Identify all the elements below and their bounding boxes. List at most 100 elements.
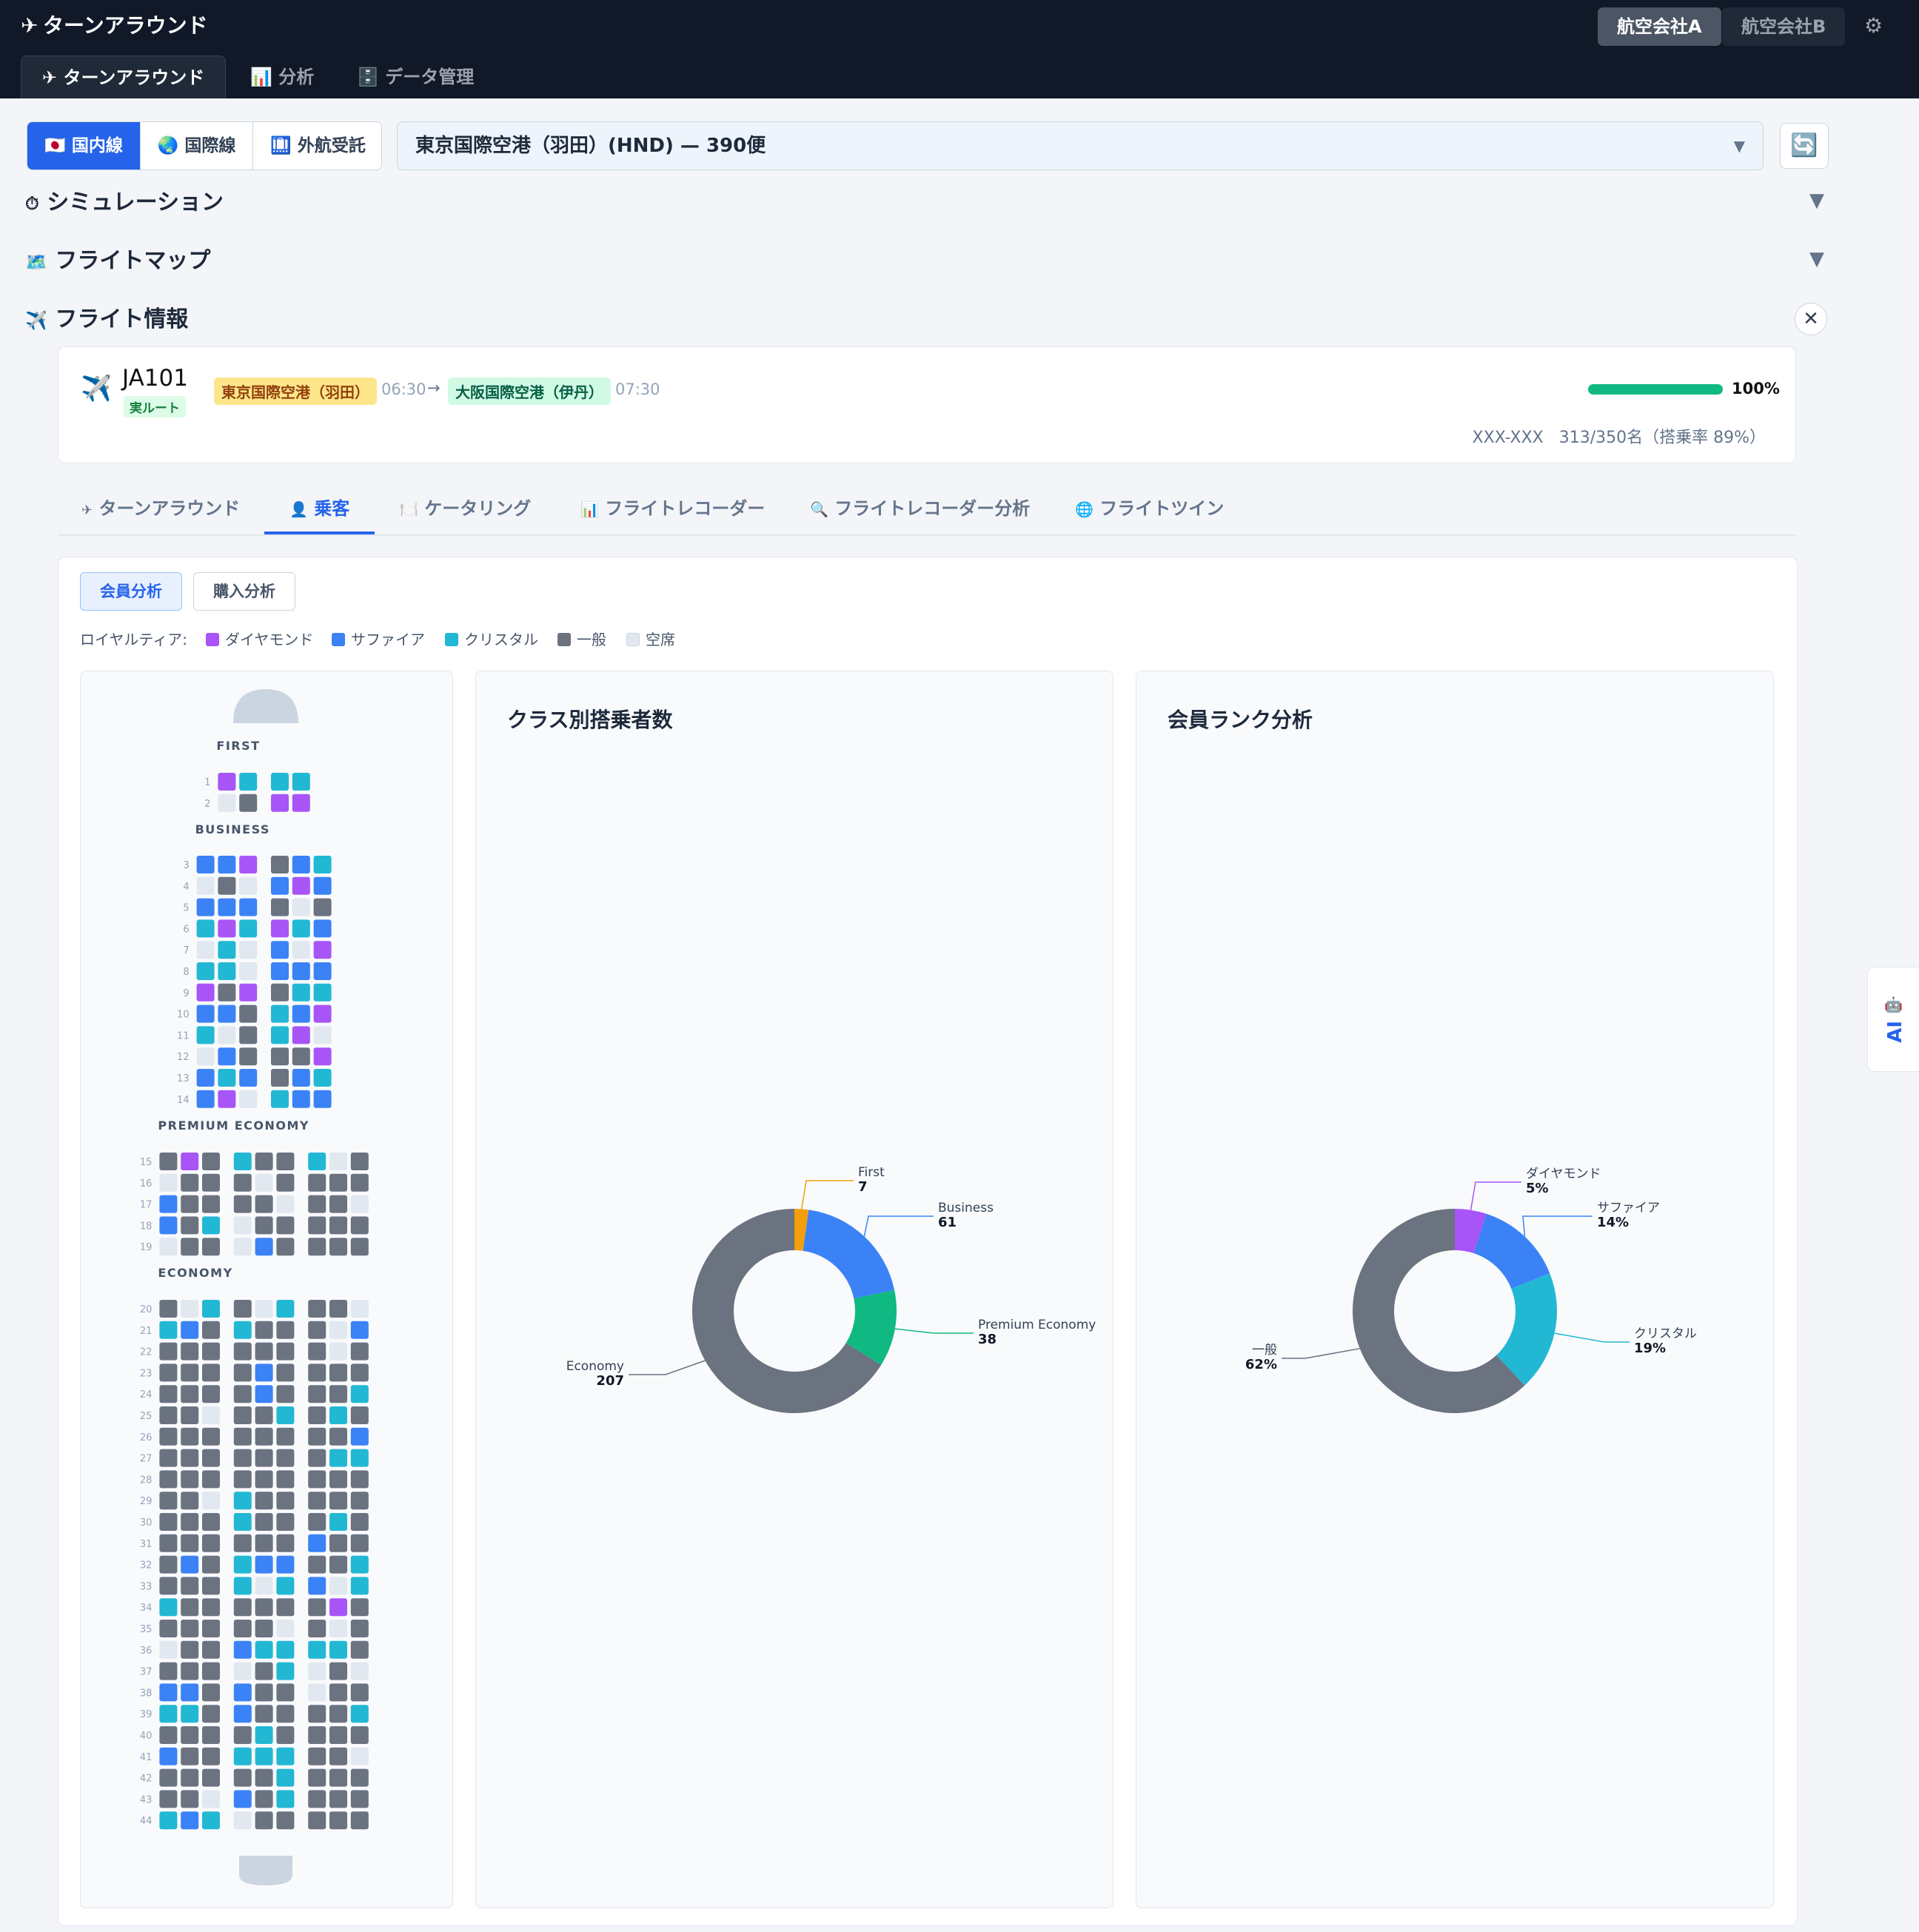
seat[interactable] — [218, 941, 236, 959]
seat[interactable] — [159, 1321, 178, 1339]
seat[interactable] — [196, 983, 215, 1002]
seat[interactable] — [233, 1173, 252, 1192]
seat[interactable] — [276, 1662, 295, 1680]
seat[interactable] — [255, 1747, 273, 1765]
seat[interactable] — [239, 898, 258, 916]
seat[interactable] — [292, 773, 310, 791]
seat[interactable] — [308, 1195, 326, 1213]
seat[interactable] — [159, 1364, 178, 1382]
seat[interactable] — [196, 1026, 215, 1044]
nav-tab-data-management[interactable]: 🗄️ データ管理 — [357, 56, 474, 98]
seat[interactable] — [350, 1662, 369, 1680]
seat[interactable] — [255, 1577, 273, 1595]
segment-foreign-contract[interactable]: 🛄 外航受託 — [252, 122, 381, 170]
seat[interactable] — [292, 962, 310, 980]
seat[interactable] — [276, 1470, 295, 1489]
seat[interactable] — [329, 1620, 347, 1637]
seat[interactable] — [350, 1811, 369, 1830]
seat[interactable] — [181, 1768, 199, 1787]
seat[interactable] — [218, 898, 236, 916]
seat[interactable] — [329, 1153, 347, 1170]
seat[interactable] — [233, 1534, 252, 1552]
seat[interactable] — [350, 1300, 369, 1318]
seat[interactable] — [233, 1427, 252, 1446]
seat[interactable] — [329, 1195, 347, 1213]
seat[interactable] — [255, 1598, 273, 1617]
seat[interactable] — [308, 1216, 326, 1235]
seat[interactable] — [271, 983, 289, 1002]
seat[interactable] — [202, 1173, 220, 1192]
seat[interactable] — [196, 1047, 215, 1066]
seat[interactable] — [181, 1342, 199, 1361]
segment-international[interactable]: 🌏 国際線 — [140, 122, 252, 170]
seat[interactable] — [308, 1427, 326, 1446]
section-flight-map[interactable]: 🗺️ フライトマップ — [25, 243, 210, 280]
seat[interactable] — [276, 1555, 295, 1574]
seat[interactable] — [202, 1342, 220, 1361]
seat[interactable] — [202, 1726, 220, 1744]
seat[interactable] — [159, 1238, 178, 1256]
seat[interactable] — [202, 1449, 220, 1467]
seat[interactable] — [159, 1705, 178, 1723]
seat[interactable] — [308, 1238, 326, 1256]
seat[interactable] — [350, 1620, 369, 1637]
seat[interactable] — [276, 1577, 295, 1595]
seat[interactable] — [196, 962, 215, 980]
seat[interactable] — [159, 1342, 178, 1361]
seat[interactable] — [350, 1216, 369, 1235]
seat[interactable] — [276, 1216, 295, 1235]
seat[interactable] — [329, 1406, 347, 1424]
seat[interactable] — [159, 1577, 178, 1595]
seat[interactable] — [308, 1577, 326, 1595]
seat[interactable] — [159, 1683, 178, 1702]
seat[interactable] — [350, 1321, 369, 1339]
seat[interactable] — [233, 1449, 252, 1467]
seat[interactable] — [255, 1513, 273, 1531]
seat[interactable] — [202, 1513, 220, 1531]
settings-gear-icon[interactable]: ⚙ — [1864, 13, 1883, 38]
seat[interactable] — [329, 1534, 347, 1552]
seat[interactable] — [196, 876, 215, 895]
seat[interactable] — [313, 983, 332, 1002]
seat[interactable] — [292, 1090, 310, 1108]
seat[interactable] — [271, 1090, 289, 1108]
seat[interactable] — [292, 1026, 310, 1044]
seat[interactable] — [329, 1513, 347, 1531]
seat[interactable] — [292, 856, 310, 873]
seat[interactable] — [276, 1385, 295, 1403]
seat[interactable] — [255, 1364, 273, 1382]
seat[interactable] — [271, 962, 289, 980]
seat[interactable] — [313, 898, 332, 916]
seat[interactable] — [202, 1811, 220, 1830]
seat[interactable] — [233, 1683, 252, 1702]
seat[interactable] — [239, 1026, 258, 1044]
seat[interactable] — [350, 1385, 369, 1403]
seat[interactable] — [292, 941, 310, 959]
seat[interactable] — [202, 1705, 220, 1723]
seat[interactable] — [181, 1427, 199, 1446]
seat[interactable] — [350, 1449, 369, 1467]
seat[interactable] — [308, 1598, 326, 1617]
seat[interactable] — [181, 1577, 199, 1595]
seat[interactable] — [350, 1555, 369, 1574]
seat[interactable] — [181, 1216, 199, 1235]
seat[interactable] — [276, 1195, 295, 1213]
seat[interactable] — [181, 1321, 199, 1339]
seat[interactable] — [239, 1047, 258, 1066]
seat[interactable] — [159, 1534, 178, 1552]
seat[interactable] — [313, 1004, 332, 1023]
seat[interactable] — [308, 1555, 326, 1574]
seat[interactable] — [202, 1577, 220, 1595]
seat[interactable] — [159, 1598, 178, 1617]
seat[interactable] — [276, 1492, 295, 1510]
seat[interactable] — [329, 1470, 347, 1489]
seat[interactable] — [181, 1662, 199, 1680]
seat[interactable] — [255, 1768, 273, 1787]
seat[interactable] — [308, 1342, 326, 1361]
seat[interactable] — [202, 1598, 220, 1617]
seat[interactable] — [255, 1620, 273, 1637]
seat[interactable] — [255, 1705, 273, 1723]
seat[interactable] — [329, 1321, 347, 1339]
seat[interactable] — [181, 1534, 199, 1552]
seat[interactable] — [196, 941, 215, 959]
